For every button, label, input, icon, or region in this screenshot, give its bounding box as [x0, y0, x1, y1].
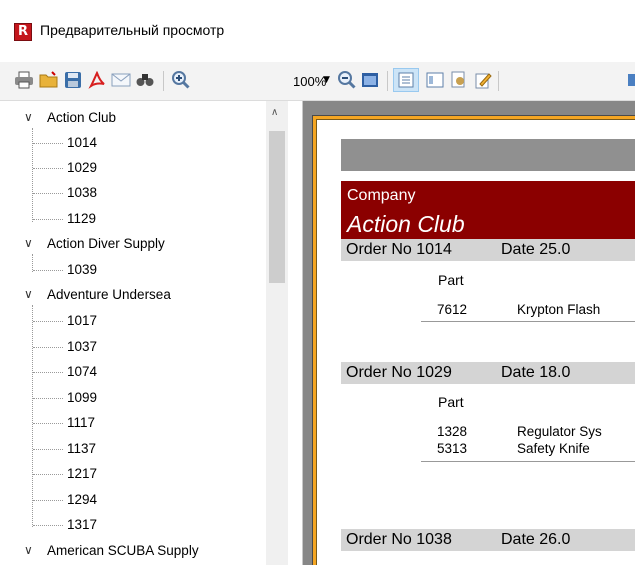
- part-column-header: Part: [438, 394, 464, 410]
- toolbar-separator: [163, 71, 164, 91]
- chevron-down-icon[interactable]: ∨: [24, 236, 33, 250]
- tree-item[interactable]: 1317: [0, 513, 265, 538]
- zoom-out-icon[interactable]: [336, 69, 358, 91]
- part-number: 1328: [437, 424, 468, 439]
- tree-item[interactable]: 1037: [0, 335, 265, 360]
- tree-item[interactable]: 1029: [0, 156, 265, 181]
- scroll-up-icon[interactable]: ∧: [271, 107, 278, 118]
- page-setup-icon[interactable]: [448, 69, 470, 91]
- order-date: Date 26.0: [501, 531, 571, 548]
- scrollbar-thumb[interactable]: [269, 131, 285, 283]
- tree-item[interactable]: 1129: [0, 207, 265, 232]
- print-icon[interactable]: [13, 69, 35, 91]
- toolbar-separator: [498, 71, 499, 91]
- report-header-band: [341, 139, 635, 171]
- next-icon[interactable]: [626, 69, 635, 91]
- chevron-down-icon[interactable]: ∨: [24, 110, 33, 124]
- email-icon[interactable]: [110, 69, 132, 91]
- tree-item-label: 1099: [67, 390, 98, 405]
- save-icon[interactable]: [62, 69, 84, 91]
- tree-item-label: 1294: [67, 492, 98, 507]
- tree-item[interactable]: 1217: [0, 462, 265, 487]
- part-description: Safety Knife: [517, 441, 590, 456]
- order-number: Order No 1038: [346, 531, 452, 548]
- zoom-select[interactable]: 100%: [293, 74, 326, 89]
- part-number: 5313: [437, 441, 468, 456]
- tree-group-label: Action Diver Supply: [47, 236, 165, 251]
- tree-item-label: 1014: [67, 135, 98, 150]
- tree-item-label: 1137: [67, 441, 97, 456]
- tree-group-american-scuba-supply[interactable]: ∨ American SCUBA Supply: [0, 539, 265, 564]
- edit-icon[interactable]: [472, 69, 494, 91]
- chevron-down-icon[interactable]: ▼: [323, 75, 330, 85]
- order-header: Order No 1014 Date 25.0: [341, 239, 635, 261]
- company-band: Company Action Club: [341, 181, 635, 239]
- full-screen-icon[interactable]: [359, 69, 381, 91]
- tree-group-label: Adventure Undersea: [47, 287, 171, 302]
- order-header: Order No 1029 Date 18.0: [341, 362, 635, 384]
- toolbar-separator: [387, 71, 388, 91]
- tree-item[interactable]: 1099: [0, 386, 265, 411]
- window-title: Предварительный просмотр: [40, 22, 225, 38]
- find-icon[interactable]: [134, 69, 156, 91]
- tree-group-label: American SCUBA Supply: [47, 543, 199, 558]
- tree-item-label: 1074: [67, 364, 98, 379]
- tree-item-label: 1029: [67, 160, 98, 175]
- order-item-row: 7612 Krypton Flash: [341, 302, 635, 322]
- company-label: Company: [347, 187, 416, 204]
- tree-group-action-diver-supply[interactable]: ∨ Action Diver Supply: [0, 232, 265, 257]
- chevron-down-icon[interactable]: ∨: [24, 543, 33, 557]
- order-divider: [421, 461, 635, 462]
- order-date: Date 18.0: [501, 364, 571, 381]
- part-description: Regulator Sys: [517, 424, 602, 439]
- title-bar: R Предварительный просмотр: [0, 0, 635, 62]
- order-number: Order No 1029: [346, 364, 452, 381]
- order-number: Order No 1014: [346, 241, 452, 258]
- tree-group-label: Action Club: [47, 110, 117, 125]
- pdf-icon[interactable]: [86, 69, 108, 91]
- fastreport-app-icon: R: [14, 23, 32, 41]
- tree-item-label: 1037: [67, 339, 98, 354]
- part-column-header: Part: [438, 272, 464, 288]
- tree-item-label: 1038: [67, 185, 98, 200]
- tree-item-label: 1039: [67, 262, 98, 277]
- outline-icon[interactable]: [393, 68, 419, 92]
- tree-scrollbar[interactable]: ∧: [266, 101, 288, 565]
- part-number: 7612: [437, 302, 468, 317]
- tree-group-adventure-undersea[interactable]: ∨ Adventure Undersea: [0, 283, 265, 308]
- tree-item-label: 1017: [67, 313, 98, 328]
- outline-tree: ∨ Action Club 1014 1029 1038 1129 ∨ Acti…: [0, 101, 303, 565]
- tree-item-label: 1117: [67, 415, 96, 430]
- tree-item[interactable]: 1017: [0, 309, 265, 334]
- company-name: Action Club: [347, 211, 465, 237]
- zoom-in-icon[interactable]: [170, 69, 192, 91]
- tree-item-label: 1129: [67, 211, 97, 226]
- tree-item[interactable]: 1014: [0, 131, 265, 156]
- tree-item-label: 1217: [67, 466, 98, 481]
- part-description: Krypton Flash: [517, 302, 601, 317]
- tree-item[interactable]: 1074: [0, 360, 265, 385]
- chevron-down-icon[interactable]: ∨: [24, 287, 33, 301]
- tree-group-action-club[interactable]: ∨ Action Club: [0, 106, 265, 131]
- order-date: Date 25.0: [501, 241, 571, 258]
- tree-item[interactable]: 1137: [0, 437, 265, 462]
- order-header: Order No 1038 Date 26.0: [341, 529, 635, 551]
- tree-item[interactable]: 1038: [0, 181, 265, 206]
- order-item-row: 5313 Safety Knife: [341, 441, 635, 461]
- open-icon[interactable]: [38, 69, 60, 91]
- tree-item[interactable]: 1294: [0, 488, 265, 513]
- thumbnails-icon[interactable]: [424, 69, 446, 91]
- order-divider: [421, 321, 635, 322]
- tree-item[interactable]: 1039: [0, 258, 265, 283]
- toolbar: 100% ▼: [0, 62, 635, 101]
- tree-item-label: 1317: [67, 517, 98, 532]
- app-icon-letter: R: [18, 24, 29, 39]
- report-preview[interactable]: Company Action Club Order No 1014 Date 2…: [303, 101, 635, 565]
- tree-item[interactable]: 1117: [0, 411, 265, 436]
